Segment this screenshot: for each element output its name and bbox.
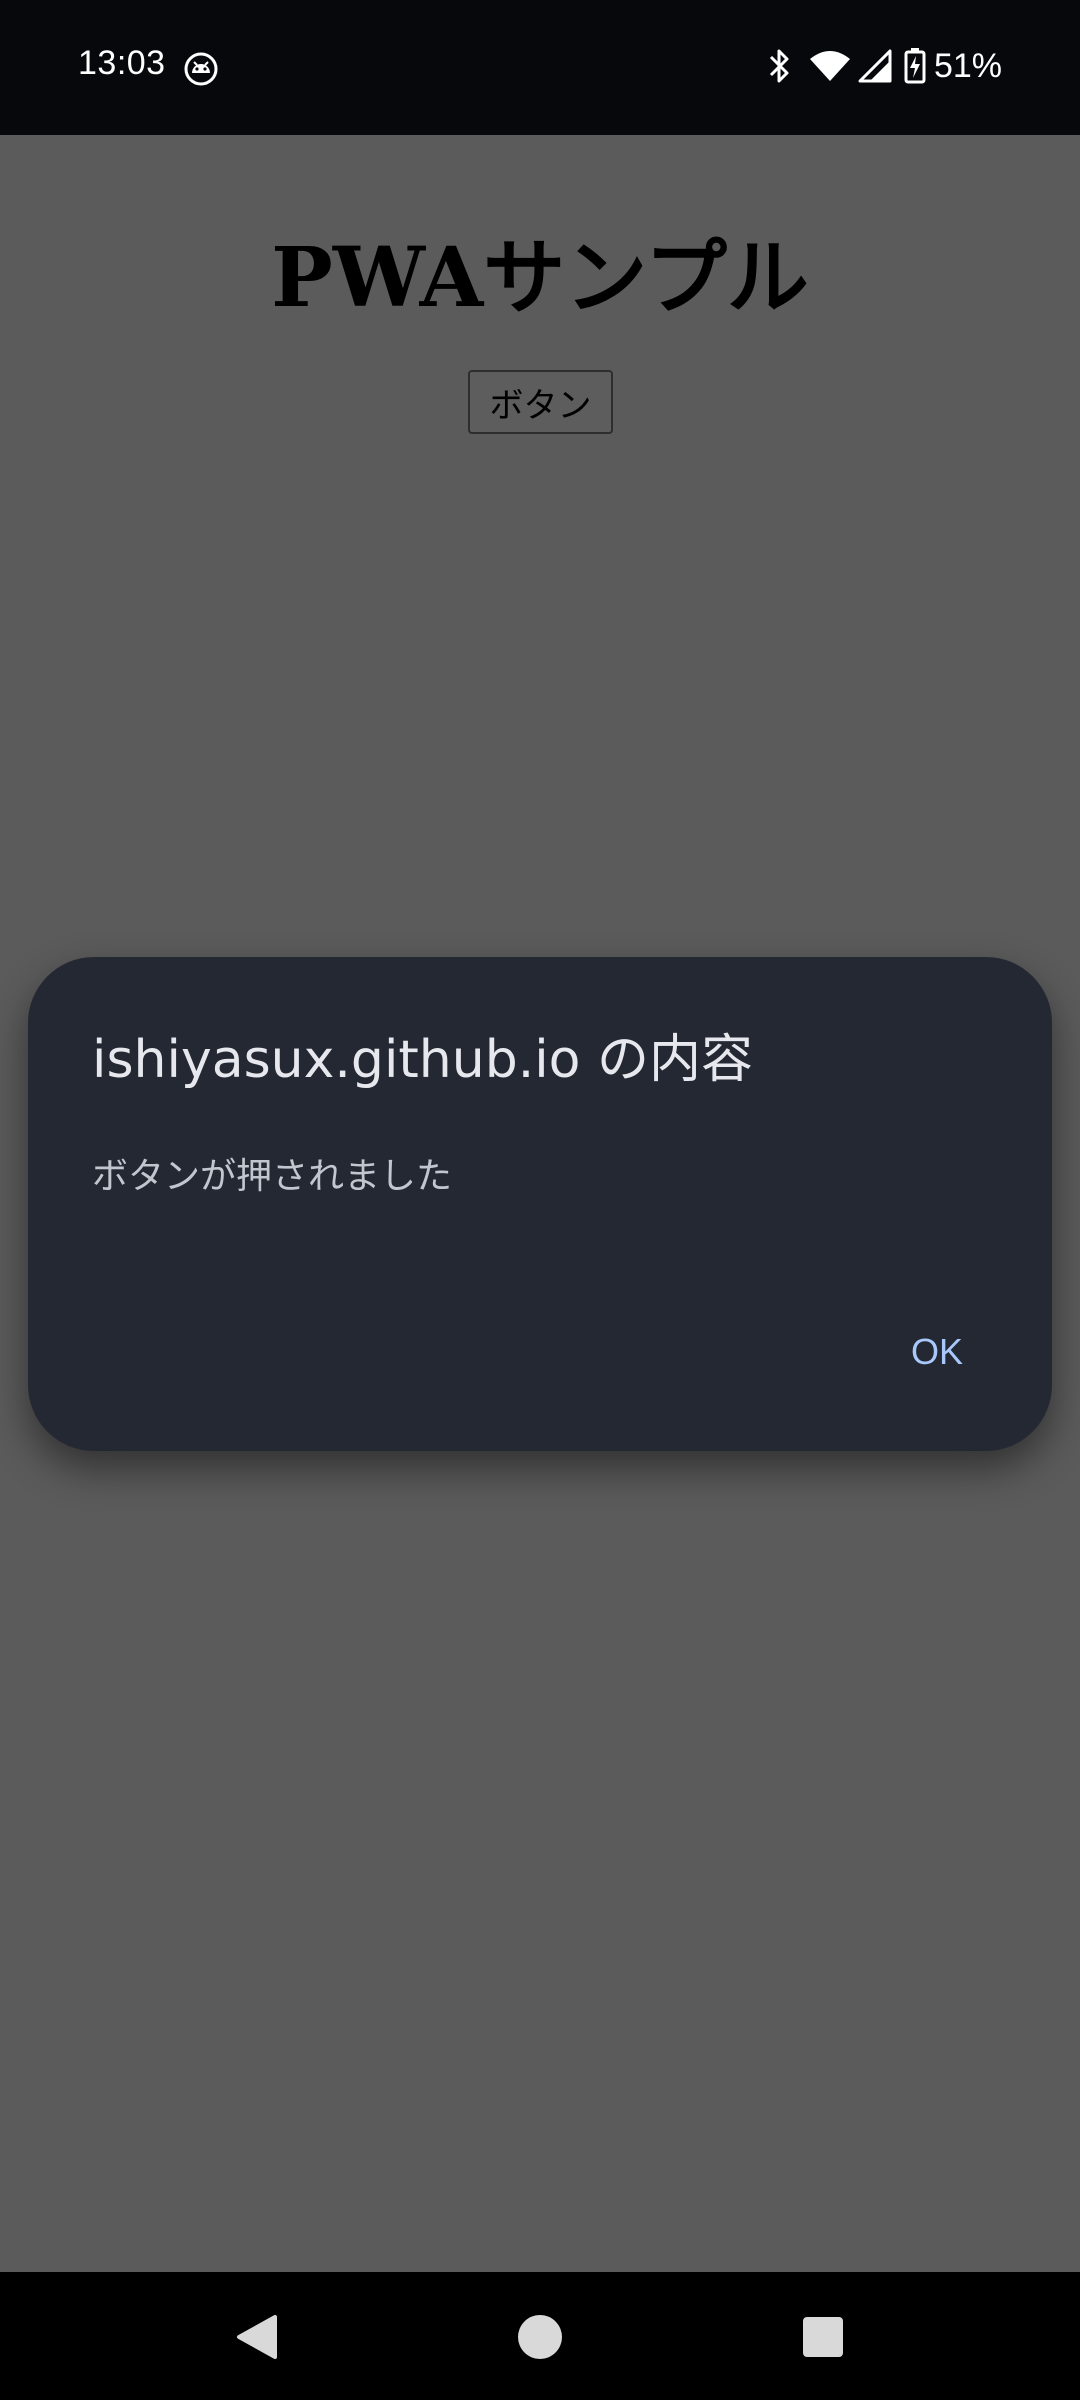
signal-icon <box>858 49 892 83</box>
battery-charging-icon <box>904 48 926 84</box>
page-title: PWAサンプル <box>271 230 809 326</box>
navigation-bar <box>0 2272 1080 2400</box>
battery-percent: 51% <box>933 46 1002 85</box>
sample-button[interactable]: ボタン <box>468 370 613 434</box>
alert-dialog: ishiyasux.github.io の内容 ボタンが押されました OK <box>28 957 1052 1451</box>
bluetooth-icon <box>762 46 796 86</box>
dialog-title: ishiyasux.github.io の内容 <box>92 1030 754 1090</box>
status-time: 13:03 <box>78 44 166 82</box>
recents-icon[interactable] <box>778 2292 868 2382</box>
android-face-icon <box>184 52 218 86</box>
status-bar: 13:03 51% <box>0 0 1080 135</box>
home-icon[interactable] <box>495 2292 585 2382</box>
back-icon[interactable] <box>212 2292 302 2382</box>
wifi-icon <box>809 49 850 83</box>
status-icons: 51% <box>762 44 1002 88</box>
ok-button[interactable]: OK <box>882 1317 992 1387</box>
dialog-message: ボタンが押されました <box>92 1156 453 1197</box>
